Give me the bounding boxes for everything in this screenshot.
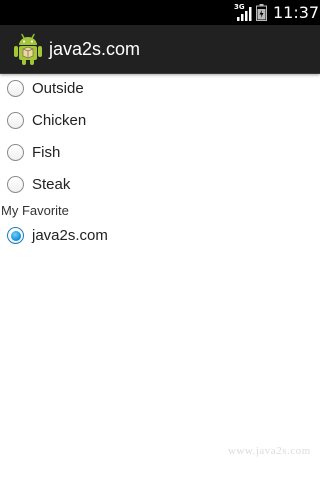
status-bar: 3G 11:37	[0, 0, 320, 25]
radio-button-checked-icon[interactable]	[7, 227, 24, 244]
radio-option-outside[interactable]: Outside	[0, 74, 320, 106]
radio-group-foods: Outside Chicken Fish Steak	[0, 74, 320, 202]
radio-button-icon[interactable]	[7, 176, 24, 193]
radio-option-java2s[interactable]: java2s.com	[0, 221, 320, 253]
radio-option-fish[interactable]: Fish	[0, 138, 320, 170]
app-screen: 3G 11:37 java2s.com Outside Chicken Fish…	[0, 0, 320, 480]
radio-option-steak[interactable]: Steak	[0, 170, 320, 202]
radio-group-favorite: java2s.com	[0, 221, 320, 253]
radio-label: java2s.com	[32, 227, 108, 244]
android-icon	[14, 33, 42, 65]
radio-label: Outside	[32, 80, 84, 97]
status-time: 11:37	[273, 3, 320, 22]
action-bar: java2s.com	[0, 25, 320, 74]
radio-button-icon[interactable]	[7, 112, 24, 129]
content-area: Outside Chicken Fish Steak My Favorite j…	[0, 74, 320, 253]
app-title: java2s.com	[49, 39, 141, 59]
watermark: www.java2s.com	[228, 445, 311, 457]
radio-option-chicken[interactable]: Chicken	[0, 106, 320, 138]
radio-label: Steak	[32, 176, 71, 193]
radio-label: Chicken	[32, 112, 87, 129]
radio-button-icon[interactable]	[7, 80, 24, 97]
radio-label: Fish	[32, 144, 61, 161]
radio-button-icon[interactable]	[7, 144, 24, 161]
battery-icon	[256, 4, 267, 21]
signal-icon	[237, 7, 252, 21]
section-title-my-favorite: My Favorite	[1, 203, 69, 218]
